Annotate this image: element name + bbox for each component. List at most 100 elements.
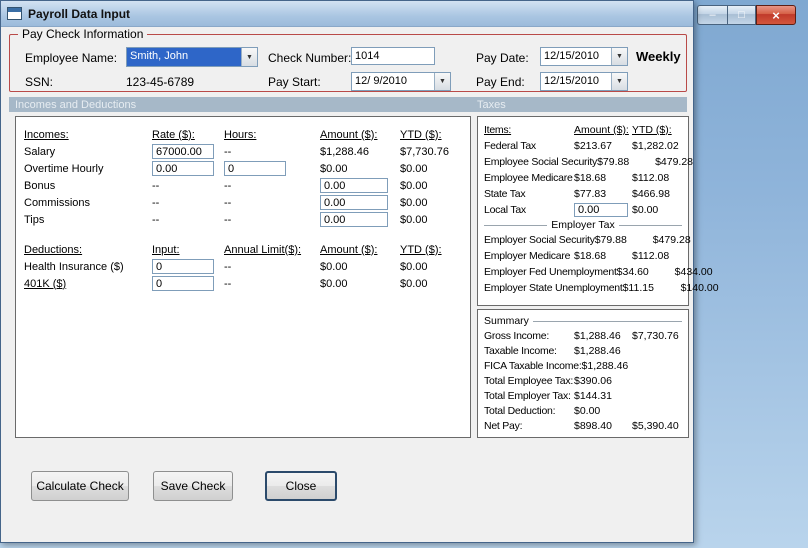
local-tax-ytd: $0.00 bbox=[632, 204, 659, 216]
tax-row-state: State Tax $77.83 $466.98 bbox=[484, 188, 670, 200]
income-row-commissions: Commissions -- -- $0.00 bbox=[24, 194, 462, 211]
chevron-down-icon: ▼ bbox=[246, 53, 253, 61]
overtime-amount: $0.00 bbox=[320, 162, 348, 175]
summary-row-employee-tax: Total Employee Tax: $390.06 bbox=[484, 374, 612, 387]
tax-row-employer-ss: Employer Social Security $79.88 $479.28 bbox=[484, 234, 691, 246]
tips-amount-input[interactable] bbox=[320, 212, 388, 227]
form-client-area: Pay Check Information Employee Name: Smi… bbox=[1, 27, 719, 543]
taxes-section-header: Taxes bbox=[477, 98, 506, 111]
tax-row-employee-medicare: Employee Medicare $18.68 $112.08 bbox=[484, 172, 670, 184]
pay-end-picker[interactable]: 12/15/2010 ▼ bbox=[540, 72, 628, 91]
payroll-data-input-window: Payroll Data Input Pay Check Information… bbox=[0, 0, 719, 543]
tips-ytd: $0.00 bbox=[400, 213, 428, 226]
income-row-overtime: Overtime Hourly $0.00 $0.00 bbox=[24, 160, 462, 177]
income-row-salary: Salary -- $1,288.46 $7,730.76 bbox=[24, 143, 462, 160]
titlebar[interactable]: Payroll Data Input bbox=[1, 1, 693, 27]
calculate-check-button[interactable]: Calculate Check bbox=[31, 471, 129, 501]
pay-start-dropdown-button[interactable]: ▼ bbox=[434, 73, 450, 90]
k401-limit: -- bbox=[224, 277, 232, 290]
summary-row-employer-tax: Total Employer Tax: $144.31 bbox=[484, 389, 612, 402]
bonus-amount-input[interactable] bbox=[320, 178, 388, 193]
pay-start-label: Pay Start: bbox=[268, 75, 321, 89]
summary-row-deduction: Total Deduction: $0.00 bbox=[484, 404, 601, 417]
chevron-down-icon: ▼ bbox=[439, 78, 446, 85]
salary-label: Salary bbox=[24, 145, 56, 158]
close-icon: × bbox=[772, 7, 780, 23]
tips-hours: -- bbox=[224, 213, 232, 226]
health-insurance-ytd: $0.00 bbox=[400, 260, 428, 273]
tax-row-employer-fed-unemp: Employer Fed Unemployment $34.60 $434.00 bbox=[484, 266, 713, 278]
local-tax-input[interactable] bbox=[574, 203, 628, 217]
pay-start-picker[interactable]: 12/ 9/2010 ▼ bbox=[351, 72, 451, 91]
employee-name-label: Employee Name: bbox=[25, 51, 118, 65]
incomes-deductions-panel: Incomes: Rate ($): Hours: Amount ($): YT… bbox=[15, 116, 471, 438]
commissions-ytd: $0.00 bbox=[400, 196, 428, 209]
backdrop-maximize-button[interactable]: □ bbox=[727, 5, 756, 25]
items-col-header: Items: bbox=[484, 124, 512, 136]
overtime-label: Overtime Hourly bbox=[24, 162, 104, 175]
check-number-input[interactable] bbox=[351, 47, 435, 65]
k401-amount: $0.00 bbox=[320, 277, 348, 290]
salary-rate-input[interactable] bbox=[152, 144, 214, 159]
salary-ytd: $7,730.76 bbox=[400, 145, 449, 158]
tax-row-local: Local Tax $0.00 bbox=[484, 202, 682, 218]
employee-name-dropdown-button[interactable]: ▼ bbox=[241, 48, 257, 66]
health-insurance-label: Health Insurance ($) bbox=[24, 260, 124, 273]
pay-end-value: 12/15/2010 bbox=[544, 75, 600, 87]
incomes-header-row: Incomes: Rate ($): Hours: Amount ($): YT… bbox=[24, 126, 462, 143]
pay-date-picker[interactable]: 12/15/2010 ▼ bbox=[540, 47, 628, 66]
ytd-col-header: YTD ($): bbox=[400, 128, 442, 141]
pay-start-value: 12/ 9/2010 bbox=[355, 75, 407, 87]
summary-row-net-pay: Net Pay: $898.40 $5,390.40 bbox=[484, 419, 679, 432]
paycheck-group-caption: Pay Check Information bbox=[18, 27, 148, 41]
pay-end-label: Pay End: bbox=[476, 75, 525, 89]
tips-label: Tips bbox=[24, 213, 45, 226]
backdrop-close-button[interactable]: × bbox=[756, 5, 796, 25]
pay-date-dropdown-button[interactable]: ▼ bbox=[611, 48, 627, 65]
ssn-label: SSN: bbox=[25, 75, 54, 89]
bonus-rate: -- bbox=[152, 179, 160, 192]
summary-row-gross: Gross Income: $1,288.46 $7,730.76 bbox=[484, 329, 679, 342]
backdrop-minimize-button[interactable]: – bbox=[697, 5, 727, 25]
k401-input[interactable] bbox=[152, 276, 214, 291]
k401-link[interactable]: 401K ($) bbox=[24, 278, 152, 290]
save-check-button[interactable]: Save Check bbox=[153, 471, 233, 501]
tax-amount-col-header: Amount ($): bbox=[574, 124, 629, 136]
health-insurance-input[interactable] bbox=[152, 259, 214, 274]
summary-row-fica: FICA Taxable Income: $1,288.46 bbox=[484, 359, 629, 372]
commissions-hours: -- bbox=[224, 196, 232, 209]
deductions-header-row: Deductions: Input: Annual Limit($): Amou… bbox=[24, 241, 462, 258]
health-insurance-limit: -- bbox=[224, 260, 232, 273]
deduction-row-401k: 401K ($) -- $0.00 $0.00 bbox=[24, 275, 462, 292]
salary-amount: $1,288.46 bbox=[320, 145, 369, 158]
employee-name-combobox[interactable]: Smith, John ▼ bbox=[126, 47, 258, 67]
bonus-hours: -- bbox=[224, 179, 232, 192]
taxes-panel: Items: Amount ($): YTD ($): Federal Tax … bbox=[477, 116, 719, 306]
k401-ytd: $0.00 bbox=[400, 277, 428, 290]
amount-col-header: Amount ($): bbox=[320, 128, 378, 141]
income-row-bonus: Bonus -- -- $0.00 bbox=[24, 177, 462, 194]
salary-hours: -- bbox=[224, 145, 232, 158]
summary-row-taxable: Taxable Income: $1,288.46 bbox=[484, 344, 621, 357]
incomes-section-header: Incomes and Deductions bbox=[15, 98, 137, 111]
bonus-label: Bonus bbox=[24, 179, 56, 192]
overtime-rate-input[interactable] bbox=[152, 161, 214, 176]
employer-tax-separator: Employer Tax bbox=[484, 218, 682, 232]
summary-panel: Summary Gross Income: $1,288.46 $7,730.7… bbox=[477, 309, 689, 438]
employer-tax-label: Employer Tax bbox=[551, 219, 615, 231]
tax-ytd-col-header: YTD ($): bbox=[632, 124, 672, 136]
input-col-header: Input: bbox=[152, 243, 180, 256]
ssn-value: 123-45-6789 bbox=[126, 75, 195, 89]
deductions-col-header: Deductions: bbox=[24, 243, 83, 256]
tips-rate: -- bbox=[152, 213, 160, 226]
hours-col-header: Hours: bbox=[224, 128, 257, 141]
income-row-tips: Tips -- -- $0.00 bbox=[24, 211, 462, 228]
chevron-down-icon: ▼ bbox=[616, 53, 623, 60]
overtime-hours-input[interactable] bbox=[224, 161, 286, 176]
commissions-amount-input[interactable] bbox=[320, 195, 388, 210]
close-button[interactable]: Close bbox=[265, 471, 337, 501]
summary-title: Summary bbox=[484, 315, 529, 327]
ded-ytd-col-header: YTD ($): bbox=[400, 243, 442, 256]
commissions-rate: -- bbox=[152, 196, 160, 209]
pay-end-dropdown-button[interactable]: ▼ bbox=[611, 73, 627, 90]
